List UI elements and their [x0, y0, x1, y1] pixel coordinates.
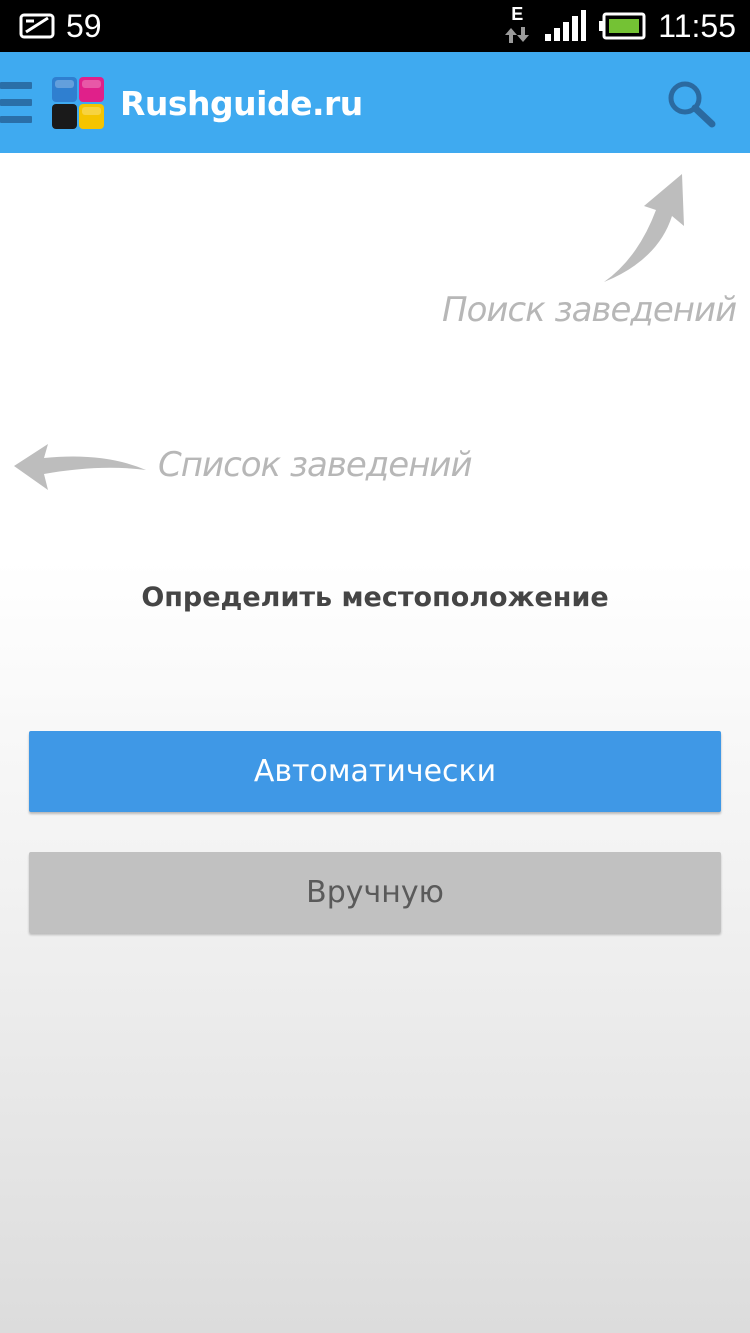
notification-icon: [19, 13, 55, 39]
status-right: E 11:55: [502, 4, 736, 46]
notification-count: 59: [66, 8, 102, 44]
signal-icon: [545, 10, 587, 41]
arrow-up-right-icon: [604, 174, 684, 282]
arrow-left-icon: [14, 444, 146, 490]
data-transfer-icon: E: [502, 4, 532, 46]
app-title: Rushguide.ru: [120, 84, 363, 123]
status-bar: 59 E 11:55: [0, 0, 750, 52]
app-logo-icon[interactable]: [51, 76, 105, 130]
battery-icon: [599, 12, 646, 40]
location-heading: Определить местоположение: [141, 582, 609, 613]
menu-icon[interactable]: [0, 80, 34, 126]
app-bar: Rushguide.ru: [0, 52, 750, 153]
status-left: 59: [18, 8, 102, 44]
clock: 11:55: [658, 8, 736, 44]
auto-location-button[interactable]: Автоматически: [29, 731, 721, 812]
search-icon[interactable]: [660, 78, 722, 130]
search-hint: Поиск заведений: [442, 290, 737, 330]
manual-location-button[interactable]: Вручную: [29, 852, 721, 933]
network-type-label: E: [511, 4, 524, 24]
list-hint: Список заведений: [158, 445, 473, 485]
